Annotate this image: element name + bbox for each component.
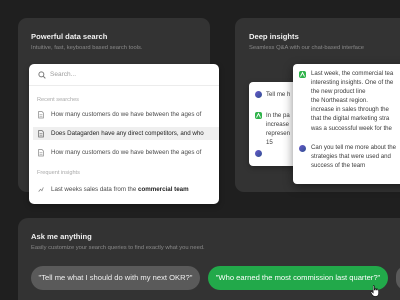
suggestion-okr-button[interactable]: "Tell me what I should do with my next O… xyxy=(31,266,200,290)
search-input[interactable]: Search... xyxy=(29,64,219,86)
search-placeholder: Search... xyxy=(50,71,77,78)
bot-message: In the pa increase represen 15 xyxy=(266,112,291,147)
document-icon xyxy=(38,111,44,119)
user-message: Tell me h xyxy=(266,91,291,98)
hand-cursor-icon xyxy=(370,285,379,297)
user-message: Can you tell me more about the strategie… xyxy=(311,144,397,170)
bot-avatar-icon xyxy=(255,112,262,119)
chat-panel-front: Last week, the commercial tea interestin… xyxy=(293,64,400,184)
search-panel: Search... Recent searches How many custo… xyxy=(29,64,219,204)
frequent-insight-item[interactable]: Last weeks sales data from the commercia… xyxy=(33,183,219,196)
document-icon xyxy=(38,130,44,138)
suggestion-commission-button[interactable]: "Who earned the most commission last qua… xyxy=(208,266,388,290)
search-card-title: Powerful data search xyxy=(31,32,108,41)
user-avatar xyxy=(255,150,262,157)
bot-avatar-icon xyxy=(299,71,306,78)
user-avatar xyxy=(255,91,262,98)
ask-card-subtitle: Easily customize your search queries to … xyxy=(31,245,205,251)
search-card-subtitle: Intuitive, fast, keyboard based search t… xyxy=(31,45,143,51)
trend-icon xyxy=(38,187,44,192)
frequent-insights-label: Frequent insights xyxy=(37,170,80,176)
ask-card-title: Ask me anything xyxy=(31,232,92,241)
recent-search-item[interactable]: How many customers do we have between th… xyxy=(33,146,219,159)
insights-card-title: Deep insights xyxy=(249,32,299,41)
user-avatar xyxy=(299,145,306,152)
insights-card-subtitle: Seamless Q&A with our chat-based interfa… xyxy=(249,45,365,51)
recent-search-item-selected[interactable]: Does Datagarden have any direct competit… xyxy=(33,127,219,140)
search-icon xyxy=(38,71,46,79)
bot-message: Last week, the commercial tea interestin… xyxy=(311,70,394,132)
recent-search-item[interactable]: How many customers do we have between th… xyxy=(33,108,219,121)
document-icon xyxy=(38,149,44,157)
recent-searches-label: Recent searches xyxy=(37,97,79,103)
